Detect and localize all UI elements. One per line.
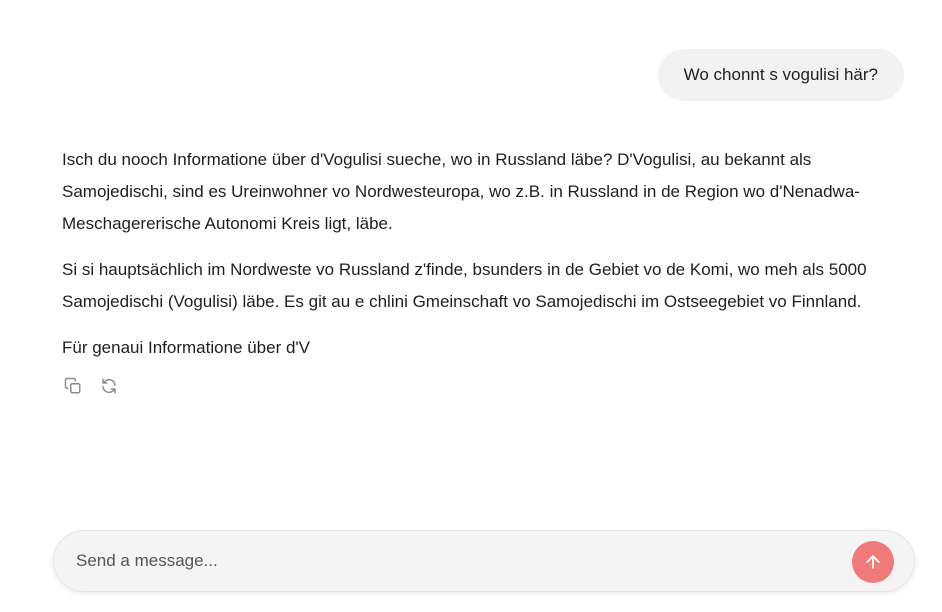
- assistant-paragraph-3: Für genaui Informatione über d'V: [62, 338, 311, 357]
- message-composer: [53, 530, 915, 592]
- assistant-paragraph-2: Si si hauptsächlich im Nordweste vo Russ…: [62, 260, 867, 311]
- send-button[interactable]: [852, 541, 894, 583]
- message-actions: [62, 374, 908, 398]
- user-message-bubble: Wo chonnt s vogulisi här?: [657, 49, 904, 101]
- message-input[interactable]: [76, 531, 836, 591]
- assistant-paragraph-1: Isch du nooch Informatione über d'Voguli…: [62, 150, 860, 233]
- assistant-message: Isch du nooch Informatione über d'Voguli…: [62, 144, 908, 398]
- refresh-icon[interactable]: [98, 375, 120, 397]
- chat-window: Wo chonnt s vogulisi här? Isch du nooch …: [0, 0, 942, 612]
- copy-icon[interactable]: [62, 375, 84, 397]
- arrow-up-icon: [863, 552, 883, 572]
